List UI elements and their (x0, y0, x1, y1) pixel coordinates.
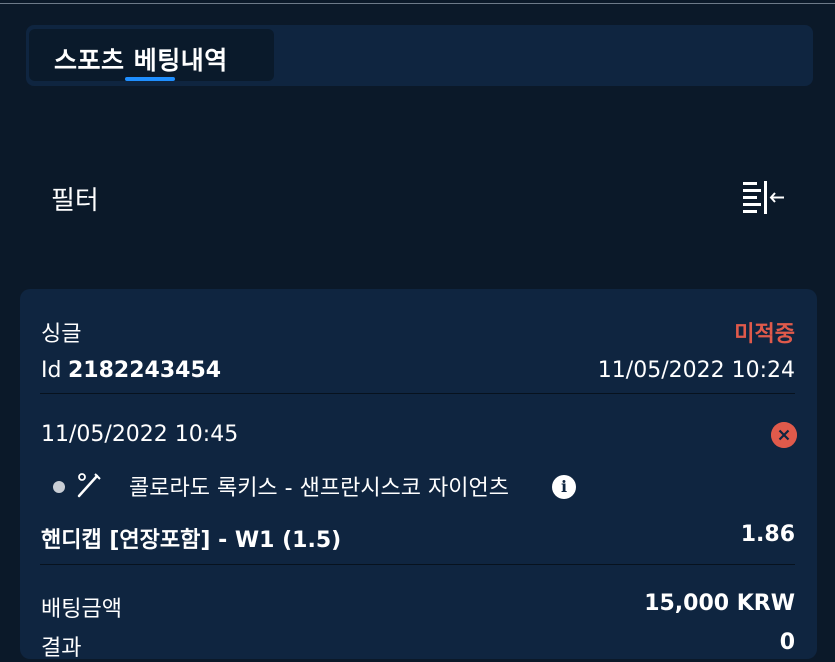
bet-type: 싱글 (41, 322, 82, 347)
divider (40, 564, 795, 565)
result-value: 0 (779, 630, 795, 655)
stake-value: 15,000 KRW (644, 591, 795, 616)
top-border (0, 0, 835, 4)
bet-id-value: 2182243454 (68, 358, 222, 383)
baseball-bat-icon (77, 473, 101, 498)
bet-status-badge: 미적중 (734, 322, 795, 347)
tab-label: 스포츠 베팅내역 (54, 46, 228, 75)
result-label: 결과 (41, 636, 82, 661)
bullet-dot (53, 481, 65, 493)
collapse-filter-icon[interactable] (740, 179, 786, 217)
stake-label: 배팅금액 (41, 597, 122, 622)
bet-placed-time: 11/05/2022 10:24 (597, 358, 795, 383)
filter-label: 필터 (51, 186, 99, 216)
close-icon[interactable] (771, 422, 797, 448)
bet-id-prefix: Id (41, 358, 62, 383)
tab-sports-bet-history[interactable]: 스포츠 베팅내역 (29, 29, 274, 81)
event-time: 11/05/2022 10:45 (41, 422, 239, 447)
match-name[interactable]: 콜로라도 록키스 - 샌프란시스코 자이언츠 (129, 470, 509, 502)
info-icon[interactable]: i (552, 475, 576, 499)
market-selection: 핸디캡 [연장포함] - W1 (1.5) (41, 528, 342, 553)
tab-bar: 스포츠 베팅내역 (26, 25, 813, 86)
divider (40, 393, 795, 394)
odds-value: 1.86 (740, 522, 795, 547)
active-tab-indicator (125, 77, 175, 81)
